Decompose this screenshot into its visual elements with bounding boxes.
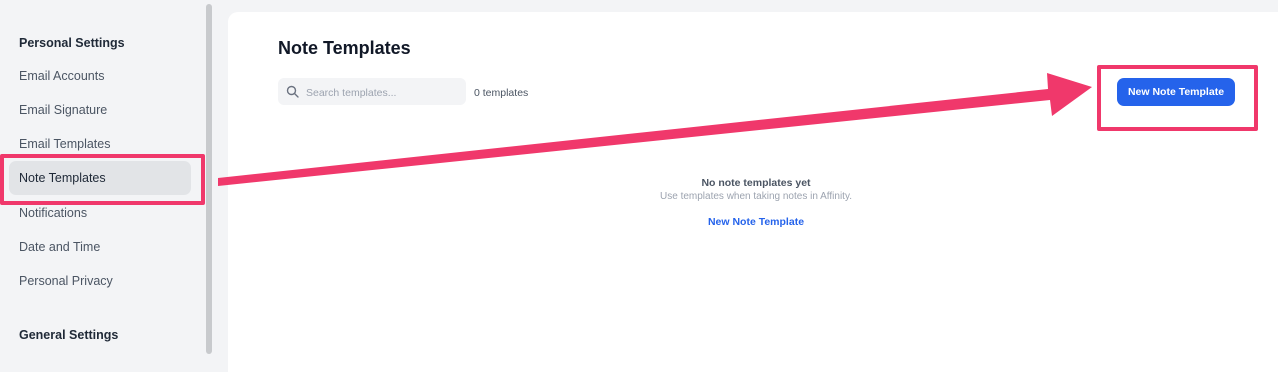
- page-title: Note Templates: [278, 38, 411, 58]
- sidebar-item-email-signature[interactable]: Email Signature: [19, 103, 107, 117]
- sidebar-item-date-and-time[interactable]: Date and Time: [19, 240, 100, 254]
- personal-settings-heading: Personal Settings: [19, 36, 125, 50]
- highlight-box-button: [1097, 65, 1258, 131]
- empty-state-subtitle: Use templates when taking notes in Affin…: [660, 191, 852, 202]
- sidebar-item-email-templates[interactable]: Email Templates: [19, 137, 110, 151]
- empty-state-title: No note templates yet: [701, 177, 811, 189]
- highlight-box-sidebar: [0, 154, 205, 205]
- search-input[interactable]: [304, 78, 463, 107]
- general-settings-heading: General Settings: [19, 328, 119, 342]
- template-count: 0 templates: [474, 87, 529, 99]
- empty-state-new-template-link[interactable]: New Note Template: [228, 216, 1278, 228]
- sidebar-item-notifications[interactable]: Notifications: [19, 206, 87, 220]
- scrollbar-thumb[interactable]: [206, 4, 212, 354]
- search-icon: [286, 85, 299, 98]
- search-box[interactable]: [278, 78, 466, 107]
- sidebar-scrollbar[interactable]: [205, 0, 214, 354]
- sidebar-item-email-accounts[interactable]: Email Accounts: [19, 69, 104, 83]
- sidebar-item-personal-privacy[interactable]: Personal Privacy: [19, 274, 113, 288]
